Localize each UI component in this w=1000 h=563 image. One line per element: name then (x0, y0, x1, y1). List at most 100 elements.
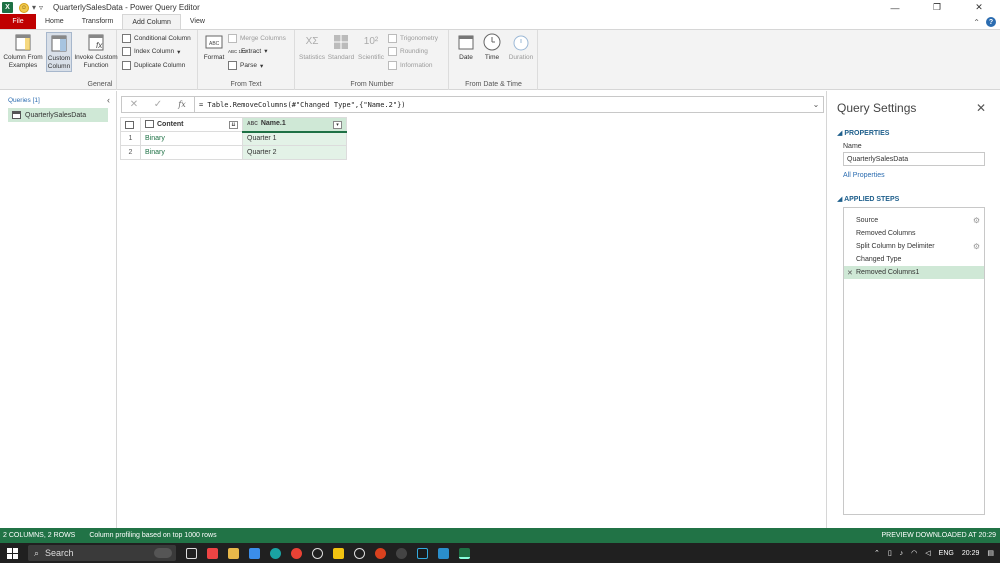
cell-name1[interactable]: Quarter 2 (242, 145, 347, 160)
tray-overflow-icon[interactable]: ⌃ (874, 549, 880, 557)
tab-view[interactable]: View (181, 14, 214, 29)
confirm-formula-icon[interactable]: ✓ (146, 99, 170, 110)
conditional-column-button[interactable]: Conditional Column (122, 34, 191, 43)
collapse-queries-icon[interactable]: ‹ (107, 95, 110, 105)
step-changed-type[interactable]: Changed Type (844, 253, 984, 266)
properties-header-label: PROPERTIES (844, 130, 890, 137)
minimize-button[interactable]: — (874, 0, 916, 15)
chrome-icon[interactable] (291, 547, 302, 559)
edge-icon[interactable] (270, 547, 281, 559)
status-profiling[interactable]: Column profiling based on top 1000 rows (89, 532, 216, 539)
step-removed-columns[interactable]: Removed Columns (844, 227, 984, 240)
custom-column-button[interactable]: Custom Column (46, 32, 72, 72)
mail-icon[interactable] (249, 547, 260, 559)
clock-time[interactable]: 20:29 (962, 550, 980, 557)
select-all-table-icon[interactable] (120, 117, 141, 132)
cancel-formula-icon[interactable]: ✕ (122, 99, 146, 110)
cell-content[interactable]: Binary (140, 131, 243, 146)
trigonometry-button[interactable]: Trigonometry (388, 34, 438, 43)
date-button[interactable]: Date (454, 32, 478, 62)
group-from-date-time: Date Time Duration From Date & Time (450, 30, 538, 90)
copilot-icon[interactable] (207, 547, 218, 559)
group-general: Column From Examples Custom Column fx In… (0, 30, 191, 90)
tab-home[interactable]: Home (36, 14, 73, 29)
cell-content[interactable]: Binary (140, 145, 243, 160)
file-explorer-icon[interactable] (228, 547, 239, 559)
information-button[interactable]: Information (388, 61, 433, 70)
feedback-smiley-icon[interactable]: ☺ (19, 2, 29, 13)
microphone-icon[interactable]: ♪ (900, 550, 904, 557)
cell-name1[interactable]: Quarter 1 (242, 131, 347, 146)
expand-formula-chevron-icon[interactable]: ⌄ (809, 100, 823, 109)
expand-binary-icon[interactable]: ⇊ (229, 121, 238, 129)
delete-step-icon[interactable]: ✕ (847, 269, 853, 277)
windows-start-icon[interactable] (4, 545, 20, 561)
notification-icon[interactable]: ▤ (987, 549, 994, 557)
step-split-column[interactable]: Split Column by Delimiter ⚙ (844, 240, 984, 253)
standard-button[interactable]: Standard (327, 32, 355, 62)
task-view-icon[interactable] (186, 547, 197, 559)
query-item[interactable]: QuarterlySalesData (8, 108, 108, 122)
volume-icon[interactable]: ◁ (925, 549, 930, 557)
wifi-icon[interactable]: ◠ (911, 549, 917, 557)
chatgpt-icon[interactable] (312, 547, 323, 559)
fx-icon[interactable]: fx (170, 100, 194, 109)
tab-file[interactable]: File (0, 14, 36, 29)
all-properties-link[interactable]: All Properties (843, 172, 885, 179)
group-general-label: General (87, 81, 113, 88)
taskbar-search-label: Search (45, 548, 74, 558)
applied-steps-list: Source ⚙ Removed Columns Split Column by … (843, 207, 985, 515)
statistics-button[interactable]: XΣ Statistics (298, 32, 326, 62)
qat-dropdown-icon[interactable]: ▾ (32, 3, 36, 12)
applied-steps-header-label: APPLIED STEPS (844, 196, 900, 203)
group-from-date-time-label: From Date & Time (465, 81, 522, 88)
step-removed-columns1[interactable]: ✕ Removed Columns1 (844, 266, 984, 279)
group-from-text: ABC Format Merge Columns ABC 123 Extract ▾… (198, 30, 295, 90)
tab-add-column[interactable]: Add Column (122, 14, 181, 29)
excel-taskbar-icon[interactable] (459, 547, 470, 559)
clock-app-icon[interactable] (354, 547, 365, 559)
index-column-dropdown-icon: ▾ (177, 48, 181, 56)
filter-dropdown-icon[interactable]: ▾ (333, 120, 342, 129)
qat-customize-icon[interactable]: ▿ (39, 3, 43, 12)
invoke-custom-function-label: Invoke Custom Function (74, 54, 118, 69)
extract-button[interactable]: ABC 123 Extract ▾ (228, 47, 268, 56)
chat-app-icon[interactable] (396, 547, 407, 559)
scientific-button[interactable]: 10² Scientific (356, 32, 386, 62)
app-icon[interactable] (438, 547, 449, 559)
duration-button[interactable]: Duration (506, 32, 536, 62)
restore-button[interactable]: ❐ (916, 0, 958, 15)
column-from-examples-button[interactable]: Column From Examples (2, 32, 44, 70)
parse-button[interactable]: Parse ▾ (228, 61, 263, 70)
help-icon[interactable]: ? (986, 17, 996, 27)
tab-transform[interactable]: Transform (73, 14, 123, 29)
language-indicator[interactable]: ENG (939, 550, 954, 557)
query-name-input[interactable]: QuarterlySalesData (843, 152, 985, 166)
merge-columns-button[interactable]: Merge Columns (228, 34, 286, 43)
collapse-ribbon-icon[interactable]: ⌃ (973, 18, 980, 27)
snip-icon[interactable] (375, 547, 386, 559)
taskbar-search[interactable]: ⌕ Search (28, 545, 176, 561)
index-column-button[interactable]: Index Column ▾ (122, 47, 180, 56)
column-header-name1[interactable]: ABC Name.1 ▾ (242, 117, 347, 133)
close-button[interactable]: ✕ (958, 0, 1000, 15)
data-grid: Content ⇊ ABC Name.1 ▾ 1 Binary Quarter 1… (120, 117, 347, 160)
format-button[interactable]: ABC Format (201, 32, 227, 62)
device-icon[interactable]: ▯ (888, 549, 892, 557)
applied-steps-header[interactable]: ◢ APPLIED STEPS (837, 195, 899, 203)
table-row: 2 Binary Quarter 2 (120, 145, 347, 160)
duplicate-column-button[interactable]: Duplicate Column (122, 61, 185, 70)
column-header-content[interactable]: Content ⇊ (140, 117, 243, 132)
gear-icon[interactable]: ⚙ (973, 216, 980, 225)
formula-input[interactable]: = Table.RemoveColumns(#"Changed Type",{"… (194, 97, 809, 112)
invoke-custom-function-button[interactable]: fx Invoke Custom Function (74, 32, 118, 70)
scientific-label: Scientific (357, 54, 384, 61)
power-bi-icon[interactable] (333, 547, 344, 559)
time-button[interactable]: Time (480, 32, 504, 62)
gear-icon[interactable]: ⚙ (973, 242, 980, 251)
terminal-icon[interactable] (417, 547, 428, 559)
rounding-button[interactable]: Rounding (388, 47, 428, 56)
step-source[interactable]: Source ⚙ (844, 214, 984, 227)
properties-header[interactable]: ◢ PROPERTIES (837, 129, 889, 137)
close-settings-icon[interactable]: ✕ (976, 101, 986, 115)
